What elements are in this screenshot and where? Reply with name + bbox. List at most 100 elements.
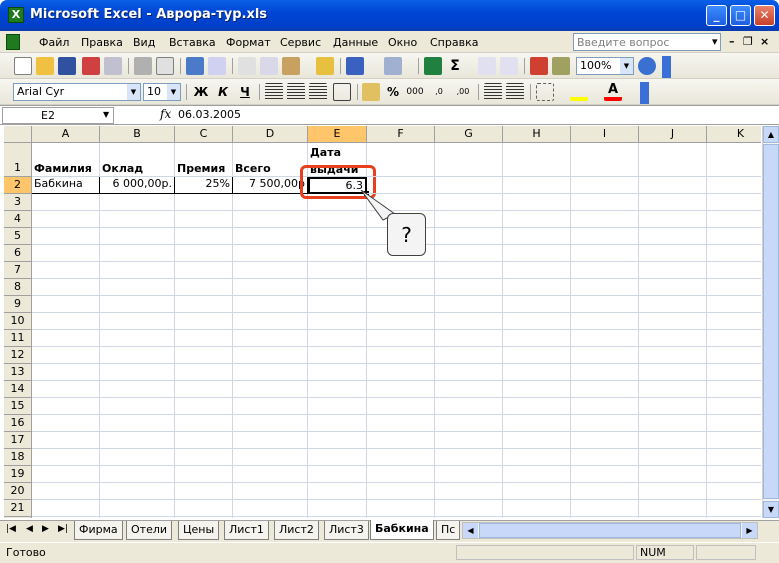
print-preview-icon[interactable] — [156, 57, 174, 75]
font-size-select[interactable]: 10 ▼ — [143, 83, 181, 101]
toolbar-options-icon[interactable] — [640, 82, 649, 104]
cut-icon[interactable] — [238, 57, 256, 75]
align-center-icon[interactable] — [287, 83, 305, 101]
decrease-decimal-icon[interactable]: ,00 — [454, 83, 472, 101]
drawing-icon[interactable] — [552, 57, 570, 75]
cell-c2[interactable]: 25% — [175, 177, 233, 194]
cell-a1[interactable]: Фамилия — [32, 143, 100, 177]
menu-help[interactable]: Справка — [430, 36, 478, 49]
minimize-button[interactable]: _ — [706, 5, 727, 26]
help-icon[interactable] — [638, 57, 656, 75]
spelling-icon[interactable] — [186, 57, 204, 75]
row-header-18[interactable]: 18 — [4, 449, 32, 466]
cell-a2[interactable]: Бабкина — [32, 177, 100, 194]
scroll-left-icon[interactable]: ◀ — [463, 523, 478, 538]
font-name-select[interactable]: Arial Cyr ▼ — [13, 83, 141, 101]
permission-icon[interactable] — [82, 57, 100, 75]
row-header-6[interactable]: 6 — [4, 245, 32, 262]
undo-icon[interactable] — [346, 57, 364, 75]
row-header-14[interactable]: 14 — [4, 381, 32, 398]
underline-button[interactable]: Ч — [236, 83, 254, 101]
menu-edit[interactable]: Правка — [81, 36, 123, 49]
format-painter-icon[interactable] — [316, 57, 334, 75]
row-header-17[interactable]: 17 — [4, 432, 32, 449]
cell-b2[interactable]: 6 000,00р. — [100, 177, 175, 194]
menu-file[interactable]: Файл — [39, 36, 69, 49]
scroll-up-icon[interactable]: ▲ — [763, 126, 779, 143]
paste-icon[interactable] — [282, 57, 300, 75]
scroll-right-icon[interactable]: ▶ — [742, 523, 757, 538]
help-dropdown-icon[interactable]: ▾ — [712, 35, 718, 48]
font-color-button[interactable]: А — [604, 83, 622, 101]
menu-format[interactable]: Формат — [226, 36, 271, 49]
redo-icon[interactable] — [384, 57, 402, 75]
new-document-icon[interactable] — [14, 57, 32, 75]
chevron-down-icon[interactable]: ▼ — [167, 84, 180, 100]
row-header-1[interactable]: 1 — [4, 143, 32, 177]
align-right-icon[interactable] — [309, 83, 327, 101]
scroll-down-icon[interactable]: ▼ — [763, 501, 779, 518]
row-header-19[interactable]: 19 — [4, 466, 32, 483]
column-header-a[interactable]: A — [32, 126, 100, 143]
menu-data[interactable]: Данные — [333, 36, 378, 49]
mdi-minimize-button[interactable]: – — [729, 35, 735, 48]
print-icon[interactable] — [134, 57, 152, 75]
increase-indent-icon[interactable] — [506, 83, 524, 101]
row-header-4[interactable]: 4 — [4, 211, 32, 228]
name-box[interactable]: E2 — [2, 107, 114, 124]
close-button[interactable]: ✕ — [754, 5, 775, 26]
copy-icon[interactable] — [260, 57, 278, 75]
first-sheet-icon[interactable]: |◀ — [6, 524, 16, 534]
column-header-d[interactable]: D — [233, 126, 308, 143]
chevron-down-icon[interactable]: ▼ — [127, 84, 140, 100]
chevron-down-icon[interactable]: ▼ — [620, 58, 633, 74]
formula-input[interactable]: 06.03.2005 — [178, 108, 241, 121]
sheet-tab-firma[interactable]: Фирма — [74, 521, 123, 540]
cell-c1[interactable]: Премия — [175, 143, 233, 177]
column-header-i[interactable]: I — [571, 126, 639, 143]
fill-color-icon[interactable] — [570, 83, 588, 101]
borders-icon[interactable] — [536, 83, 554, 101]
column-header-b[interactable]: B — [100, 126, 175, 143]
last-sheet-icon[interactable]: ▶| — [58, 524, 68, 534]
row-header-7[interactable]: 7 — [4, 262, 32, 279]
excel-app-icon[interactable]: X — [8, 7, 24, 23]
sort-descending-icon[interactable] — [500, 57, 518, 75]
sheet-tab-list3[interactable]: Лист3 — [324, 521, 369, 540]
toolbar-options-icon[interactable] — [662, 56, 671, 78]
zoom-select[interactable]: 100% ▼ — [576, 57, 634, 75]
cell-d1[interactable]: Всего — [233, 143, 308, 177]
row-header-22[interactable]: 22 — [4, 517, 32, 518]
sheet-tab-list2[interactable]: Лист2 — [274, 521, 319, 540]
maximize-button[interactable]: □ — [730, 5, 751, 26]
italic-button[interactable]: К — [214, 83, 232, 101]
row-header-13[interactable]: 13 — [4, 364, 32, 381]
row-header-16[interactable]: 16 — [4, 415, 32, 432]
prev-sheet-icon[interactable]: ◀ — [26, 524, 33, 534]
column-header-e[interactable]: E — [308, 126, 367, 143]
increase-decimal-icon[interactable]: ,0 — [430, 83, 448, 101]
row-header-9[interactable]: 9 — [4, 296, 32, 313]
decrease-indent-icon[interactable] — [484, 83, 502, 101]
column-header-k[interactable]: K — [707, 126, 761, 143]
row-header-10[interactable]: 10 — [4, 313, 32, 330]
autosum-icon[interactable]: Σ — [446, 57, 464, 75]
select-all-corner[interactable] — [4, 126, 32, 143]
column-header-f[interactable]: F — [367, 126, 435, 143]
row-header-2[interactable]: 2 — [4, 177, 32, 194]
sheet-tab-babkina-active[interactable]: Бабкина — [370, 520, 434, 540]
row-header-8[interactable]: 8 — [4, 279, 32, 296]
research-icon[interactable] — [208, 57, 226, 75]
chart-wizard-icon[interactable] — [530, 57, 548, 75]
function-wizard-icon[interactable]: fx — [160, 107, 171, 121]
cell-d2[interactable]: 7 500,00р — [233, 177, 308, 194]
column-header-g[interactable]: G — [435, 126, 503, 143]
row-header-15[interactable]: 15 — [4, 398, 32, 415]
menu-view[interactable]: Вид — [133, 36, 155, 49]
worksheet-grid[interactable]: A B C D E F G H I J K 1 2 Фамилия Оклад … — [4, 126, 761, 518]
column-header-j[interactable]: J — [639, 126, 707, 143]
currency-icon[interactable] — [362, 83, 380, 101]
percent-button[interactable]: % — [384, 83, 402, 101]
sheet-tab-ceny[interactable]: Цены — [178, 521, 220, 540]
hscroll-thumb[interactable] — [479, 523, 741, 538]
